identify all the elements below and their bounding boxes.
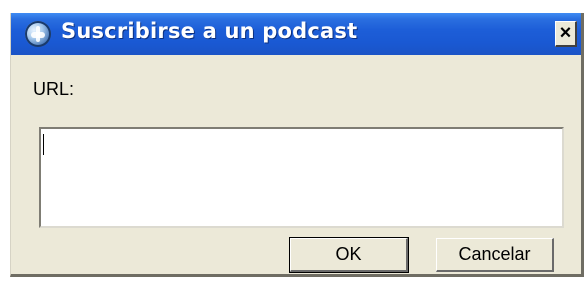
itunes-app-icon [25,21,51,47]
title-bar[interactable]: Suscribirse a un podcast × [11,13,581,55]
subscribe-podcast-dialog: Suscribirse a un podcast × URL: OK Cance… [10,13,584,277]
ok-button[interactable]: OK [289,237,409,273]
close-button[interactable]: × [555,21,577,47]
dialog-title: Suscribirse a un podcast [61,19,358,43]
url-input[interactable] [39,127,564,228]
text-caret [43,134,44,155]
cancel-button[interactable]: Cancelar [436,238,554,272]
url-label: URL: [33,79,75,99]
